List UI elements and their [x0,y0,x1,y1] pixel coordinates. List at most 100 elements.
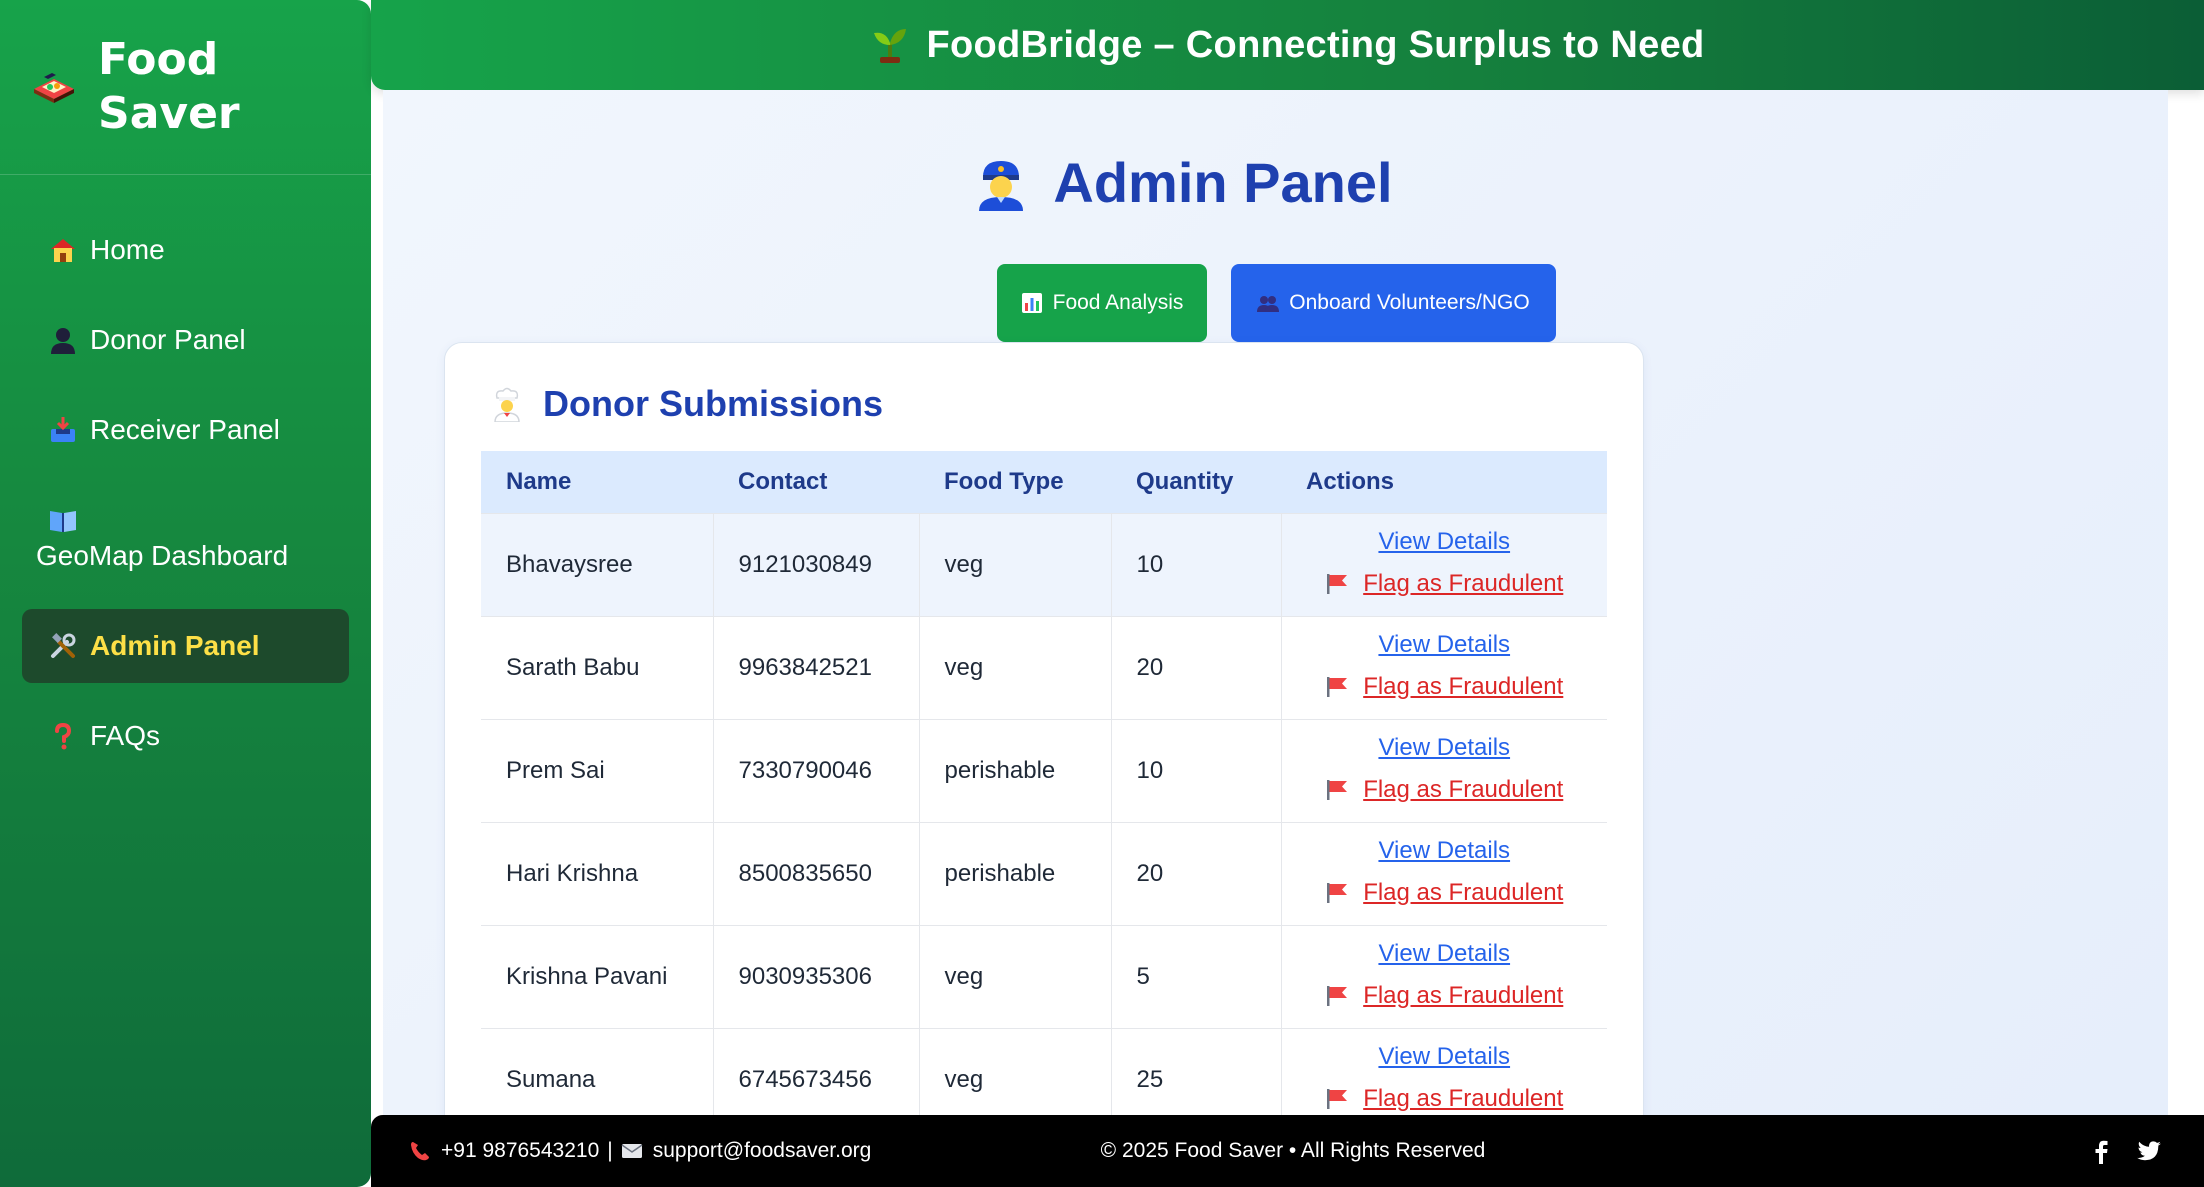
seedling-icon [874,29,907,63]
cell-quantity: 10 [1110,512,1281,616]
column-header-actions: Actions [1306,467,1395,495]
cell-quantity: 20 [1110,615,1281,719]
red-flag-icon [1327,676,1348,697]
header-title-text: FoodBridge – Connecting Surplus to Need [926,23,1705,66]
chef-icon [494,387,520,422]
envelope-icon [621,1144,643,1158]
inbox-tray-icon [51,417,75,442]
red-flag-icon [1327,985,1348,1006]
sidebar-item-donor-panel[interactable]: Donor Panel [22,295,349,385]
sidebar-item-label: FAQs [90,720,161,751]
brand-name: Food Saver [98,34,240,139]
table-row: Sumana 6745673456 veg 25 View Details Flag as… [481,1027,1608,1115]
view-details-link[interactable]: View Details [1282,830,1608,872]
map-book-icon [50,511,76,532]
sidebar-item-admin-panel[interactable]: Admin Panel [22,609,349,683]
cell-actions: View Details Flag as Fraudulent [1280,924,1608,1028]
cell-name: Sumana [481,1027,713,1115]
tools-icon [51,633,76,658]
police-officer-icon [979,160,1024,211]
view-details-link[interactable]: View Details [1282,933,1608,975]
column-header-contact: Contact [738,467,828,495]
main-content: Admin Panel Food Analysis Onboard Volunt… [383,90,2168,1115]
bar-chart-icon [1021,293,1042,313]
table-row: Prem Sai 7330790046 perishable 10 View Detai… [481,718,1608,822]
card-title: Donor Submissions [489,383,883,425]
cell-contact: 9963842521 [712,615,919,719]
top-header: FoodBridge – Connecting Surplus to Need [371,0,2204,90]
cell-contact: 6745673456 [712,1027,919,1115]
flag-fraudulent-link[interactable]: Flag as Fraudulent [1325,666,1563,708]
food-tray-icon [34,73,74,103]
question-mark-icon [55,722,72,750]
footer-contact: +91 9876543210 | support@foodsaver.org [409,1115,871,1187]
view-details-link[interactable]: View Details [1282,1036,1608,1078]
sidebar-item-label: Home [90,234,165,265]
view-details-link[interactable]: View Details [1282,624,1608,666]
cell-name: Prem Sai [481,718,713,822]
column-header-quantity: Quantity [1136,467,1234,495]
food-analysis-label: Food Analysis [1052,291,1184,314]
cell-actions: View Details Flag as Fraudulent [1280,615,1608,719]
food-analysis-button[interactable]: Food Analysis [997,264,1207,342]
red-flag-icon [1327,573,1348,594]
flag-fraudulent-link[interactable]: Flag as Fraudulent [1325,872,1563,914]
cell-contact: 9121030849 [712,512,919,616]
flag-fraudulent-label: Flag as Fraudulent [1363,775,1564,803]
red-flag-icon [1327,882,1348,903]
red-flag-icon [1327,1088,1348,1109]
sidebar-nav: Home Donor Panel Receiver Panel GeoMap D… [0,175,371,781]
flag-fraudulent-link[interactable]: Flag as Fraudulent [1325,975,1563,1017]
cell-quantity: 10 [1110,718,1281,822]
page-title: Admin Panel [383,150,1983,215]
cell-food-type: perishable [918,718,1111,822]
cell-food-type: perishable [918,821,1111,925]
brand[interactable]: Food Saver [0,0,371,175]
flag-fraudulent-label: Flag as Fraudulent [1363,981,1564,1009]
table-row: Bhavaysree 9121030849 veg 10 View Details Fla… [481,512,1608,616]
sidebar-item-label: Donor Panel [90,324,246,355]
cell-food-type: veg [918,615,1111,719]
sidebar-item-geomap-dashboard[interactable]: GeoMap Dashboard [22,475,349,601]
flag-fraudulent-link[interactable]: Flag as Fraudulent [1325,769,1563,811]
house-icon [51,239,75,262]
flag-fraudulent-label: Flag as Fraudulent [1363,878,1564,906]
table-row: Krishna Pavani 9030935306 veg 5 View Details… [481,924,1608,1028]
people-icon [1257,296,1280,312]
donor-submissions-card: Donor Submissions Name Contact Food Type… [444,342,1644,1115]
footer-phone: +91 9876543210 [441,1139,600,1162]
sidebar-item-receiver-panel[interactable]: Receiver Panel [22,385,349,475]
table-body: Bhavaysree 9121030849 veg 10 View Details Fla… [481,512,1608,1115]
column-header-food-type: Food Type [944,467,1064,495]
card-title-text: Donor Submissions [543,383,884,424]
person-icon [51,328,75,354]
flag-fraudulent-link[interactable]: Flag as Fraudulent [1325,563,1563,605]
sidebar-item-home[interactable]: Home [22,205,349,295]
phone-icon [411,1142,429,1161]
cell-contact: 8500835650 [712,821,919,925]
sidebar-item-label: Receiver Panel [90,414,280,445]
onboard-volunteers-button[interactable]: Onboard Volunteers/NGO [1231,264,1556,342]
cell-actions: View Details Flag as Fraudulent [1280,1027,1608,1115]
cell-name: Sarath Babu [481,615,713,719]
sidebar-item-label: Admin Panel [90,630,260,661]
twitter-icon[interactable] [2136,1138,2162,1164]
footer-email[interactable]: support@foodsaver.org [653,1139,872,1163]
page-title-text: Admin Panel [1053,151,1393,214]
cell-contact: 9030935306 [712,924,919,1028]
view-details-link[interactable]: View Details [1282,521,1608,563]
sidebar-item-faqs[interactable]: FAQs [22,691,349,781]
footer-separator: | [607,1139,613,1162]
red-flag-icon [1327,779,1348,800]
cell-actions: View Details Flag as Fraudulent [1280,821,1608,925]
flag-fraudulent-link[interactable]: Flag as Fraudulent [1325,1078,1563,1115]
cell-food-type: veg [918,1027,1111,1115]
table-header-row: Name Contact Food Type Quantity Actions [481,451,1607,513]
facebook-icon[interactable] [2088,1138,2114,1164]
cell-food-type: veg [918,512,1111,616]
cell-actions: View Details Flag as Fraudulent [1280,512,1608,616]
flag-fraudulent-label: Flag as Fraudulent [1363,569,1564,597]
view-details-link[interactable]: View Details [1282,727,1608,769]
flag-fraudulent-label: Flag as Fraudulent [1363,1084,1564,1112]
donor-submissions-table: Name Contact Food Type Quantity Actions … [481,451,1607,1115]
